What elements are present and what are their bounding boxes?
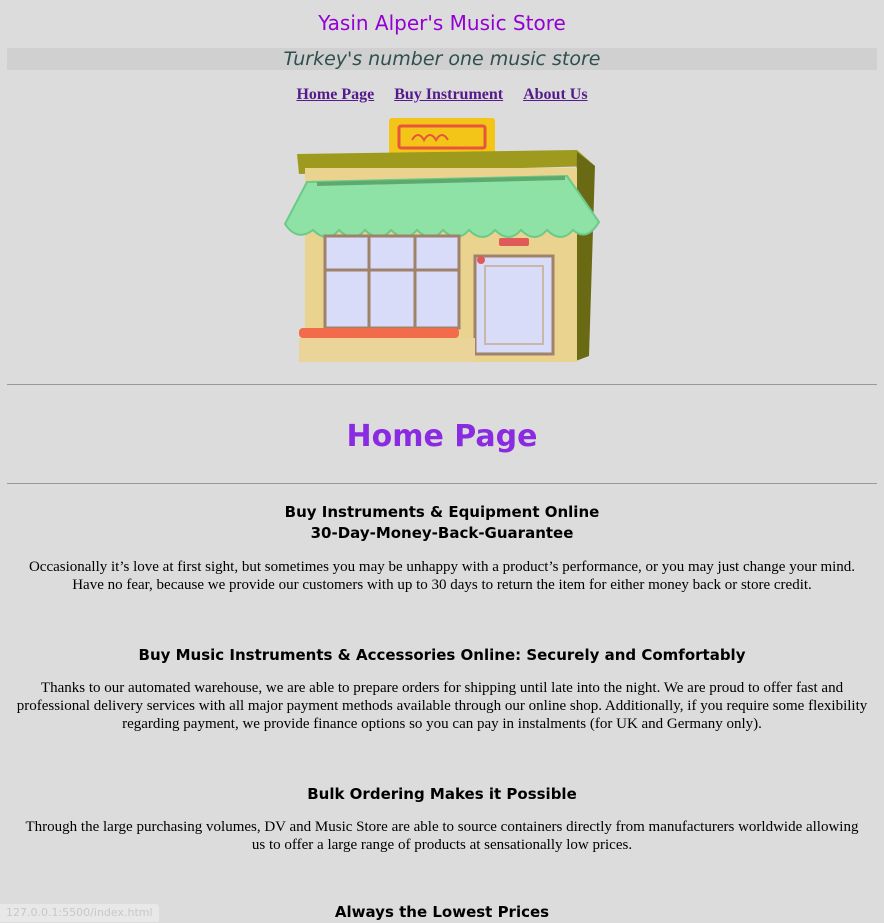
store-title: Yasin Alper's Music Store [318, 11, 566, 35]
store-front-illustration [283, 118, 601, 362]
section-bulk-ordering: Bulk Ordering Makes it Possible Through … [7, 784, 877, 854]
section-title: Buy Music Instruments & Accessories Onli… [138, 646, 746, 664]
browser-status-bar: 127.0.0.1:5500/index.html [0, 904, 159, 922]
main-nav: Home Page Buy Instrument About Us [7, 84, 877, 106]
page-heading: Home Page [346, 419, 538, 454]
section-guarantee: Buy Instruments & Equipment Online 30-Da… [7, 502, 877, 594]
shop-window [323, 234, 461, 330]
section-subtitle: 30-Day-Money-Back-Guarantee [310, 524, 574, 542]
section-title: Buy Instruments & Equipment Online [284, 503, 600, 521]
nav-link-home[interactable]: Home Page [296, 86, 374, 103]
section-title: Bulk Ordering Makes it Possible [307, 785, 577, 803]
nav-link-buy-instrument[interactable]: Buy Instrument [394, 86, 503, 103]
divider-bottom [7, 483, 877, 484]
shop-door [473, 254, 555, 356]
nav-link-about-us[interactable]: About Us [523, 86, 587, 103]
section-body: Occasionally it’s love at first sight, b… [28, 559, 856, 593]
tagline: Turkey's number one music store [7, 48, 877, 70]
section-secure-shopping: Buy Music Instruments & Accessories Onli… [7, 645, 877, 733]
section-body: Thanks to our automated warehouse, we ar… [16, 680, 868, 732]
section-body: Through the large purchasing volumes, DV… [25, 819, 859, 853]
